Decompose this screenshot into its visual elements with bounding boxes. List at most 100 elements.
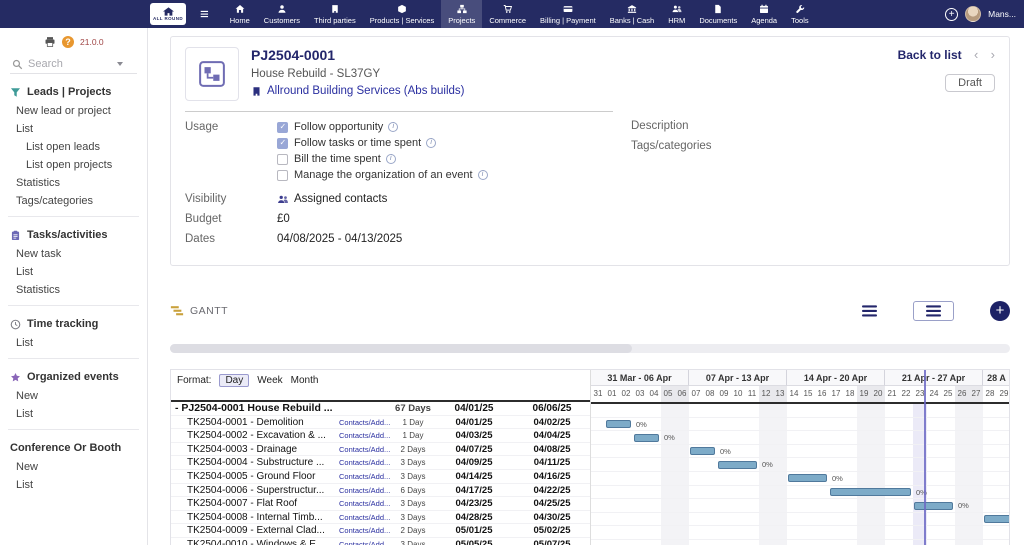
- timeline-day-header: 26: [955, 386, 969, 402]
- contacts-link[interactable]: Contacts/Add...: [339, 511, 391, 524]
- checkbox-checked[interactable]: [277, 138, 288, 149]
- back-to-list-link[interactable]: Back to list: [898, 48, 962, 62]
- help-icon[interactable]: ?: [62, 36, 74, 48]
- project-fields-right: Description Tags/categories: [613, 111, 995, 253]
- sidebar-item-new[interactable]: New: [0, 387, 147, 405]
- section-divider: [8, 358, 139, 359]
- sidebar-section-organized-events[interactable]: Organized events: [0, 365, 147, 387]
- sidebar-item-new-lead-or-project[interactable]: New lead or project: [0, 102, 147, 120]
- task-duration: 6 Days: [391, 484, 435, 497]
- sidebar-item-list[interactable]: List: [0, 263, 147, 281]
- topnav-item-home[interactable]: Home: [223, 0, 257, 28]
- budget-label: Budget: [185, 213, 277, 225]
- usage-option-follow-tasks-or-time-spent: Follow tasks or time spent: [277, 137, 488, 149]
- contacts-link[interactable]: Contacts/Add...: [339, 538, 391, 545]
- checkbox-unchecked[interactable]: [277, 154, 288, 165]
- timeline-day-header: 31: [591, 386, 605, 402]
- gantt-bar[interactable]: [914, 502, 953, 510]
- topnav-item-label: Agenda: [751, 16, 777, 25]
- checkbox-checked[interactable]: [277, 122, 288, 133]
- sidebar-item-list[interactable]: List: [0, 405, 147, 423]
- sidebar-item-new[interactable]: New: [0, 458, 147, 476]
- gantt-bar[interactable]: [718, 461, 757, 469]
- contacts-link[interactable]: Contacts/Add...: [339, 484, 391, 497]
- sidebar-item-list[interactable]: List: [0, 120, 147, 138]
- sidebar-section-leads-projects[interactable]: Leads | Projects: [0, 80, 147, 102]
- topnav-item-billing-payment[interactable]: Billing | Payment: [533, 0, 603, 28]
- app-logo[interactable]: ALL ROUND: [150, 3, 186, 25]
- gantt-chart-row: 0%: [591, 458, 1009, 472]
- timeline-days-row: 3101020304050607080910111213141516171819…: [591, 386, 1009, 402]
- scrollbar-thumb[interactable]: [170, 344, 632, 353]
- contacts-link[interactable]: Contacts/Add...: [339, 497, 391, 510]
- project-photo[interactable]: [185, 47, 239, 101]
- gantt-format-bar: Format: DayWeekMonth: [171, 370, 590, 402]
- gantt-bar[interactable]: [606, 420, 631, 428]
- chevron-right-icon[interactable]: ›: [991, 47, 995, 62]
- sidebar-item-statistics[interactable]: Statistics: [0, 281, 147, 299]
- checkbox-unchecked[interactable]: [277, 170, 288, 181]
- topnav-item-tools[interactable]: Tools: [784, 0, 816, 28]
- gantt-view-toggle[interactable]: [913, 301, 954, 321]
- topnav-item-commerce[interactable]: Commerce: [482, 0, 533, 28]
- print-icon[interactable]: [44, 36, 56, 48]
- project-ref: PJ2504-0001: [251, 47, 465, 63]
- sidebar-section-time-tracking[interactable]: Time tracking: [0, 312, 147, 334]
- format-option-month[interactable]: Month: [291, 375, 319, 386]
- topnav-item-label: HRM: [668, 16, 685, 25]
- topnav-item-customers[interactable]: Customers: [257, 0, 307, 28]
- task-end-date: 04/25/25: [513, 497, 590, 510]
- gantt-task-row: TK2504-0007 - Flat RoofContacts/Add...3 …: [171, 497, 590, 511]
- task-duration: 67 Days: [391, 402, 435, 415]
- task-end-date: 05/02/25: [513, 524, 590, 537]
- project-subtitle: House Rebuild - SL37GY: [251, 68, 465, 80]
- gantt-bar[interactable]: [830, 488, 911, 496]
- topnav-item-third-parties[interactable]: Third parties: [307, 0, 363, 28]
- topnav-item-products-services[interactable]: Products | Services: [363, 0, 441, 28]
- task-end-date: 04/04/25: [513, 429, 590, 442]
- search-options-caret-icon[interactable]: [117, 62, 123, 66]
- gantt-task-row: TK2504-0005 - Ground FloorContacts/Add..…: [171, 470, 590, 484]
- user-name[interactable]: Mans...: [988, 9, 1016, 19]
- list-view-icon[interactable]: [862, 305, 877, 317]
- topnav-item-hrm[interactable]: HRM: [661, 0, 692, 28]
- task-end-date: 04/30/25: [513, 511, 590, 524]
- add-task-button[interactable]: +: [990, 301, 1010, 321]
- contacts-link[interactable]: Contacts/Add...: [339, 470, 391, 483]
- quick-add-icon[interactable]: +: [945, 8, 958, 21]
- menu-toggle-icon[interactable]: ≡: [200, 7, 209, 22]
- sidebar-item-new-task[interactable]: New task: [0, 245, 147, 263]
- sidebar-item-statistics[interactable]: Statistics: [0, 174, 147, 192]
- sidebar-item-list-open-leads[interactable]: List open leads: [0, 138, 147, 156]
- contacts-link[interactable]: Contacts/Add...: [339, 443, 391, 456]
- contacts-link[interactable]: Contacts/Add...: [339, 456, 391, 469]
- navbar-right: + Mans...: [945, 6, 1016, 22]
- contacts-link[interactable]: Contacts/Add...: [339, 429, 391, 442]
- sidebar-item-tags-categories[interactable]: Tags/categories: [0, 192, 147, 210]
- topnav-item-label: Billing | Payment: [540, 16, 596, 25]
- format-option-day[interactable]: Day: [219, 374, 249, 387]
- topnav-item-banks-cash[interactable]: Banks | Cash: [603, 0, 661, 28]
- search-input[interactable]: [28, 58, 112, 70]
- cart-icon: [503, 4, 513, 14]
- chevron-left-icon[interactable]: ‹: [974, 47, 978, 62]
- gantt-bar[interactable]: [634, 434, 659, 442]
- topnav-item-documents[interactable]: Documents: [692, 0, 744, 28]
- format-option-week[interactable]: Week: [257, 375, 282, 386]
- company-link[interactable]: Allround Building Services (Abs builds): [267, 85, 465, 97]
- gantt-bar-progress-label: 0%: [832, 474, 843, 483]
- sidebar-item-list[interactable]: List: [0, 334, 147, 352]
- topnav-item-agenda[interactable]: Agenda: [744, 0, 784, 28]
- sidebar-section-conference-or-booth[interactable]: Conference Or Booth: [0, 436, 147, 458]
- sidebar-section-tasks-activities[interactable]: Tasks/activities: [0, 223, 147, 245]
- contacts-link[interactable]: Contacts/Add...: [339, 416, 391, 429]
- gantt-horizontal-scrollbar[interactable]: [170, 344, 1010, 353]
- contacts-link[interactable]: Contacts/Add...: [339, 524, 391, 537]
- topnav-item-projects[interactable]: Projects: [441, 0, 482, 28]
- gantt-bar[interactable]: [788, 474, 827, 482]
- sidebar-item-list-open-projects[interactable]: List open projects: [0, 156, 147, 174]
- gantt-bar[interactable]: [690, 447, 715, 455]
- sidebar-item-list[interactable]: List: [0, 476, 147, 494]
- gantt-bar[interactable]: [984, 515, 1009, 523]
- avatar[interactable]: [965, 6, 981, 22]
